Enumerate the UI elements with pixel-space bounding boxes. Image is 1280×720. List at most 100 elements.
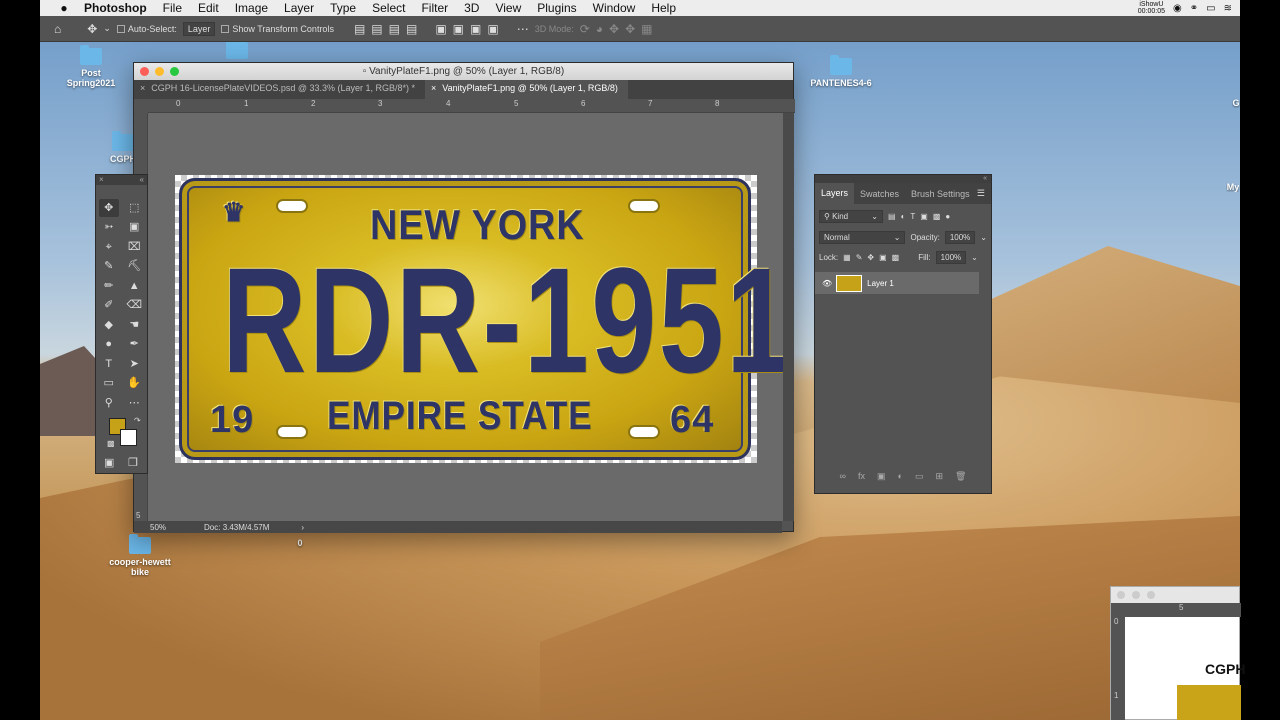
filter-pixel-icon[interactable]: ▤ — [888, 212, 896, 221]
filter-shape-icon[interactable]: ▣ — [920, 212, 928, 221]
menu-file[interactable]: File — [155, 1, 190, 15]
filter-smart-object-icon[interactable]: ▩ — [933, 212, 941, 221]
path-selection-tool-icon[interactable]: ➤ — [124, 355, 144, 373]
add-mask-icon[interactable]: ▣ — [877, 471, 886, 485]
close-window-button[interactable] — [140, 67, 149, 76]
filter-adjustment-icon[interactable]: ◐ — [901, 212, 906, 221]
quick-mask-icon[interactable]: ▣ — [104, 456, 114, 469]
layer-name[interactable]: Layer 1 — [867, 279, 894, 288]
close-panel-icon[interactable]: × — [99, 175, 104, 185]
lock-image-icon[interactable]: ✎ — [856, 253, 863, 262]
vertical-scrollbar[interactable] — [783, 113, 794, 521]
swap-colors-icon[interactable]: ↷ — [134, 416, 141, 425]
menu-plugins[interactable]: Plugins — [529, 1, 584, 15]
filter-type-icon[interactable]: T — [910, 212, 915, 221]
desktop-icon-pantenes[interactable]: PANTENES4-6 — [806, 55, 876, 88]
close-window-button[interactable] — [1117, 591, 1125, 599]
lock-artboard-icon[interactable]: ▣ — [879, 253, 887, 262]
lock-position-icon[interactable]: ✥ — [867, 253, 874, 262]
rectangle-tool-icon[interactable]: ▭ — [99, 374, 119, 392]
menu-app[interactable]: Photoshop — [76, 1, 155, 15]
panel-menu-icon[interactable]: ☰ — [977, 188, 991, 199]
fill-chevron-icon[interactable]: ⌄ — [971, 253, 978, 262]
eyedropper-tool-icon[interactable]: ✎ — [99, 257, 119, 275]
recorder-status[interactable]: iShowU 00:00:05 — [1138, 1, 1165, 15]
3d-pan-icon[interactable]: ✥ — [609, 22, 619, 36]
record-icon[interactable]: ◉ — [1173, 3, 1182, 14]
menu-image[interactable]: Image — [227, 1, 276, 15]
desktop-icon-partial[interactable] — [226, 39, 248, 62]
align-middle-icon[interactable]: ▣ — [453, 22, 464, 36]
minimize-window-button[interactable] — [1132, 591, 1140, 599]
default-colors-icon[interactable]: ▩ — [107, 439, 115, 448]
tab-layers[interactable]: Layers — [815, 183, 855, 204]
menu-type[interactable]: Type — [322, 1, 364, 15]
healing-brush-tool-icon[interactable]: ⛏ — [124, 257, 144, 275]
zoom-window-button[interactable] — [1147, 591, 1155, 599]
frame-tool-icon[interactable]: ⌧ — [124, 238, 144, 256]
marquee-tool-icon[interactable]: ⬚ — [124, 199, 144, 217]
eye-icon[interactable]: 👁 — [822, 279, 832, 288]
new-layer-icon[interactable]: ⊞ — [935, 471, 943, 485]
layer-row[interactable]: 👁 Layer 1 — [815, 272, 979, 294]
paint-bucket-tool-icon[interactable]: ◆ — [99, 316, 119, 334]
home-icon[interactable]: ⌂ — [54, 22, 61, 36]
align-center-icon[interactable]: ▤ — [371, 22, 382, 36]
hand-tool-icon[interactable]: ✋ — [124, 374, 144, 392]
stamp-tool-icon[interactable]: ▲ — [124, 277, 144, 295]
lock-transparent-icon[interactable]: ▦ — [843, 253, 851, 262]
link-layers-icon[interactable]: ∞ — [840, 471, 846, 485]
move-tool-icon[interactable]: ✥ — [98, 198, 119, 217]
more-tools-icon[interactable]: ⋯ — [124, 394, 144, 412]
auto-select-dropdown[interactable]: Layer — [182, 21, 216, 36]
opacity-chevron-icon[interactable]: ⌄ — [980, 233, 987, 242]
apple-icon[interactable]: ● — [52, 1, 76, 15]
close-tab-icon[interactable]: × — [431, 83, 436, 93]
crop-tool-icon[interactable]: ⌖ — [99, 238, 119, 256]
collapse-panel-icon[interactable]: « — [140, 175, 144, 185]
align-left-icon[interactable]: ▤ — [354, 22, 365, 36]
fx-icon[interactable]: fx — [858, 471, 865, 485]
pen-tool-icon[interactable]: ✒ — [124, 335, 144, 353]
tab-swatches[interactable]: Swatches — [854, 189, 905, 199]
desktop-icon-cooper-hewett[interactable]: cooper-hewett bike — [104, 534, 176, 577]
tab-cgph[interactable]: × CGPH 16-LicensePlateVIDEOS.psd @ 33.3% … — [134, 80, 425, 99]
horizontal-ruler[interactable]: 0 1 2 3 4 5 6 7 8 — [148, 99, 795, 113]
zoom-tool-icon[interactable]: ⚲ — [99, 394, 119, 412]
background-color-swatch[interactable] — [120, 429, 137, 446]
tab-brush-settings[interactable]: Brush Settings — [905, 189, 976, 199]
menu-select[interactable]: Select — [364, 1, 413, 15]
desktop-icon-post-spring[interactable]: Post Spring2021 — [64, 45, 118, 88]
blend-mode-dropdown[interactable]: Normal ⌄ — [819, 231, 906, 244]
menu-3d[interactable]: 3D — [456, 1, 487, 15]
auto-select-checkbox[interactable]: Auto-Select: — [116, 24, 177, 34]
dodge-tool-icon[interactable]: ● — [99, 335, 119, 353]
close-tab-icon[interactable]: × — [140, 83, 145, 93]
tab-vanityplate[interactable]: × VanityPlateF1.png @ 50% (Layer 1, RGB/8… — [425, 80, 628, 99]
align-right-icon[interactable]: ▤ — [389, 22, 400, 36]
menu-layer[interactable]: Layer — [276, 1, 322, 15]
object-select-tool-icon[interactable]: ▣ — [124, 218, 144, 236]
delete-layer-icon[interactable]: 🗑 — [955, 471, 966, 485]
3d-orbit-icon[interactable]: ⟳ — [580, 22, 590, 36]
zoom-window-button[interactable] — [170, 67, 179, 76]
3d-scale-icon[interactable]: ▦ — [641, 22, 652, 36]
more-options-icon[interactable]: ⋯ — [517, 22, 529, 36]
move-tool-icon[interactable]: ✥ — [87, 22, 97, 36]
3d-slide-icon[interactable]: ✥ — [625, 22, 635, 36]
history-brush-tool-icon[interactable]: ✐ — [99, 296, 119, 314]
screen-mode-icon[interactable]: ❐ — [128, 456, 138, 469]
distribute-icon[interactable]: ▤ — [406, 22, 417, 36]
filter-kind-dropdown[interactable]: ⚲ Kind ⌄ — [819, 210, 883, 223]
menu-edit[interactable]: Edit — [190, 1, 227, 15]
brush-tool-icon[interactable]: ✏ — [99, 277, 119, 295]
menu-filter[interactable]: Filter — [413, 1, 456, 15]
opacity-field[interactable]: 100% — [944, 231, 976, 244]
lock-all-icon[interactable]: ▩ — [892, 253, 900, 262]
wifi-icon[interactable]: ≋ — [1224, 3, 1232, 14]
collapse-panel-icon[interactable]: « — [983, 175, 987, 182]
show-transform-checkbox[interactable]: Show Transform Controls — [221, 24, 334, 34]
align-bottom-icon[interactable]: ▣ — [470, 22, 481, 36]
canvas-area[interactable]: ♛ NEW YORK RDR-1951 19 EMPIRE STATE 64 — [148, 113, 791, 521]
3d-roll-icon[interactable]: ◕ — [596, 22, 603, 36]
